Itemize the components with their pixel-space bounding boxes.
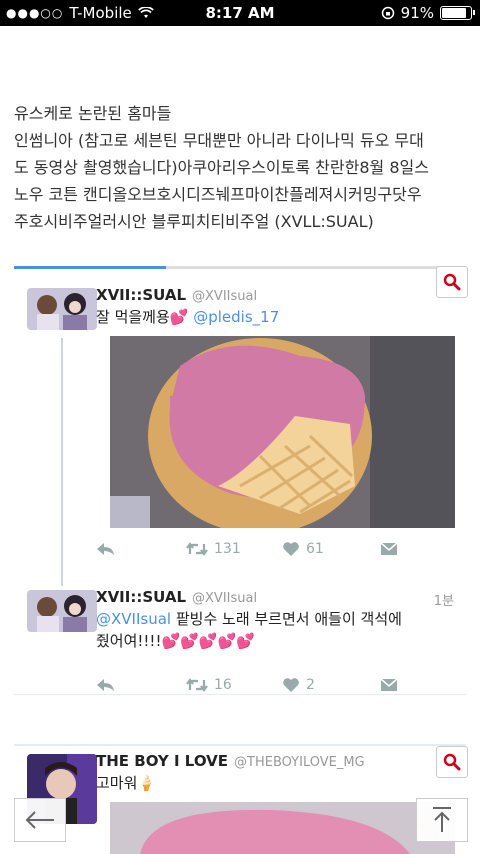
- battery-icon: [440, 6, 475, 20]
- like-button[interactable]: 2: [282, 677, 380, 693]
- embed-border: [14, 744, 466, 746]
- retweet-button[interactable]: 131: [186, 541, 282, 557]
- tweet-actions: 131 61: [96, 541, 426, 557]
- rotation-lock-icon: [381, 6, 394, 20]
- reply-button[interactable]: [96, 542, 186, 556]
- search-icon: [443, 273, 461, 291]
- article-line: 노우 코튼 캔디올오브호시디즈눼프마이찬플레져시커밍구닷우: [14, 185, 422, 204]
- reply-icon: [97, 679, 114, 691]
- tweet-body: 줬어여!!!!💕💕💕💕💕: [96, 632, 255, 650]
- tweet-text: @XVIIsual 팥빙수 노래 부르면서 애들이 객석에줬어여!!!!💕💕💕💕…: [96, 608, 441, 652]
- article-line: 도 동영상 촬영했습니다)아쿠아리우스이토록 찬란한8월 8일스: [14, 158, 429, 177]
- search-button[interactable]: [436, 746, 468, 778]
- retweet-icon: [186, 542, 208, 556]
- arrow-left-icon: [25, 811, 54, 829]
- embed-border: [14, 266, 466, 269]
- tweet-author[interactable]: XVII::SUAL @XVIIsual: [96, 286, 257, 304]
- tweet-photo[interactable]: [110, 336, 455, 528]
- search-button[interactable]: [436, 266, 468, 298]
- article-line: 주호시비주얼러시안 블루피치티비주얼 (XVLL:SUAL): [14, 212, 374, 231]
- heart-icon: [283, 542, 299, 556]
- scroll-top-button[interactable]: [416, 798, 468, 842]
- tweet-actions: 16 2: [96, 677, 426, 693]
- search-icon: [443, 753, 461, 771]
- tweet-time: 1분: [433, 594, 454, 609]
- tweet-body: 잘 먹을께용💕: [96, 308, 189, 326]
- battery-info: 91%: [381, 4, 475, 22]
- article-text: 유스케로 논란된 홈마들 인썸니아 (참고로 세븐틴 무대뿐만 아니라 다이나믹…: [14, 100, 468, 235]
- divider: [14, 694, 466, 695]
- retweet-count: 16: [214, 677, 232, 693]
- like-button[interactable]: 61: [282, 541, 380, 557]
- tweet-name: XVII::SUAL: [96, 286, 187, 304]
- avatar[interactable]: [27, 590, 97, 632]
- thread-line: [61, 338, 63, 586]
- article-line: 인썸니아 (참고로 세븐틴 무대뿐만 아니라 다이나믹 듀오 무대: [14, 131, 424, 150]
- dm-button[interactable]: [380, 678, 398, 692]
- tweet-name: XVII::SUAL: [96, 588, 187, 606]
- heart-icon: [283, 678, 299, 692]
- retweet-icon: [186, 678, 208, 692]
- reply-icon: [97, 543, 114, 555]
- tweet-photo[interactable]: [110, 802, 455, 854]
- dm-button[interactable]: [380, 542, 398, 556]
- tweet-handle: @XVIIsual: [192, 591, 258, 606]
- tweet-author[interactable]: THE BOY I LOVE @THEBOYILOVE_MG: [96, 752, 365, 770]
- message-icon: [380, 678, 398, 691]
- like-count: 2: [306, 677, 315, 693]
- tweet-handle: @XVIIsual: [192, 289, 258, 304]
- retweet-button[interactable]: 16: [186, 677, 282, 693]
- tweet-text: 고마워🍦: [96, 772, 426, 794]
- tweet-handle: @THEBOYILOVE_MG: [234, 755, 365, 770]
- battery-percent: 91%: [400, 4, 434, 22]
- article-line: 유스케로 논란된 홈마들: [14, 104, 172, 123]
- tweet-text: 잘 먹을께용💕 @pledis_17: [96, 306, 426, 328]
- avatar[interactable]: [27, 288, 97, 330]
- back-button[interactable]: [14, 798, 66, 842]
- retweet-count: 131: [214, 541, 241, 557]
- status-bar: ●●●○○ T-Mobile 8:17 AM 91%: [0, 0, 480, 26]
- mention-link[interactable]: @XVIIsual: [96, 610, 171, 628]
- tweet-body: 팥빙수 노래 부르면서 애들이 객석에: [171, 610, 402, 628]
- tweet-body: 고마워🍦: [96, 774, 157, 792]
- reply-button[interactable]: [96, 678, 186, 692]
- mention-link[interactable]: @pledis_17: [193, 308, 279, 326]
- tweet-author[interactable]: XVII::SUAL @XVIIsual: [96, 588, 257, 606]
- embed-progress: [14, 266, 166, 269]
- message-icon: [380, 542, 398, 555]
- arrow-up-icon: [433, 807, 451, 832]
- tweet-name: THE BOY I LOVE: [96, 752, 229, 770]
- like-count: 61: [306, 541, 324, 557]
